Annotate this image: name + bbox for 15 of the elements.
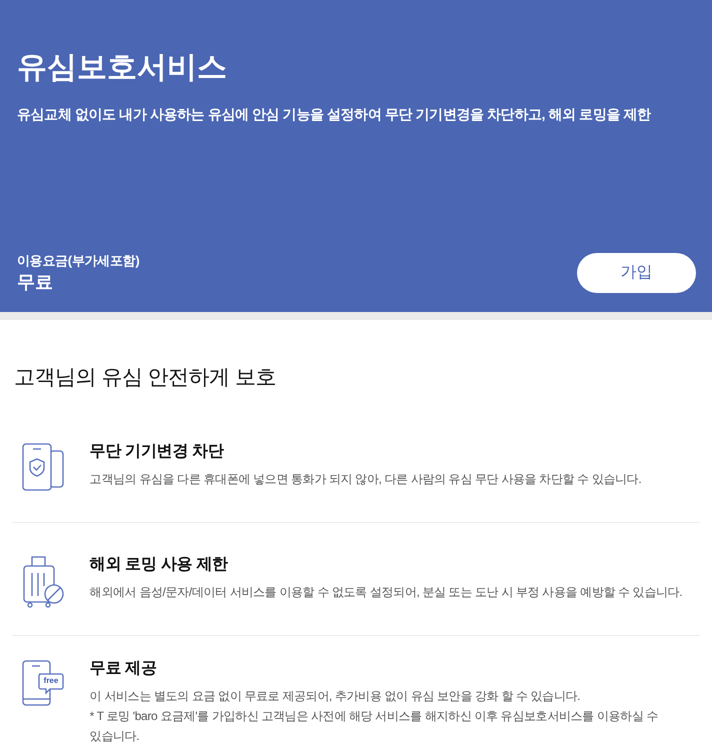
feature-title: 무료 제공	[90, 659, 157, 679]
luggage-blocked-icon	[22, 556, 64, 608]
section-heading: 고객님의 유심 안전하게 보호	[13, 365, 276, 391]
fee-label: 이용요금(부가세포함)	[17, 252, 140, 270]
phone-shield-icon	[22, 443, 64, 491]
feature-title: 해외 로밍 사용 제한	[90, 555, 228, 575]
join-button[interactable]: 가입	[577, 253, 696, 293]
fee-value: 무료	[17, 271, 53, 294]
feature-description: 해외에서 음성/문자/데이터 서비스를 이용할 수 없도록 설정되어, 분실 또는 도난 시 부정 사용을 예방할 수 있습니다.	[90, 584, 682, 601]
feature-description: 이 서비스는 별도의 요금 없이 무료로 제공되어, 추가비용 없이 유심 보안을 강화 할 수 있습니다.	[90, 688, 580, 705]
feature-title: 무단 기기변경 차단	[90, 442, 224, 462]
feature-description: 고객님의 유심을 다른 휴대폰에 넣으면 통화가 되지 않아, 다른 사람의 유심 무단 사용을 차단할 수 있습니다.	[90, 471, 642, 488]
service-description: 유심교체 없이도 내가 사용하는 유심에 안심 기능을 설정하여 무단 기기변경을 차단하고, 해외 로밍을 제한	[17, 105, 651, 124]
feature-description: * T 로밍 'baro 요금제'를 가입하신 고객님은 사전에 해당 서비스를 해지하신 이후 유심보호서비스를 이용하실 수 있습니다.	[90, 708, 660, 745]
service-title: 유심보호서비스	[17, 50, 227, 86]
